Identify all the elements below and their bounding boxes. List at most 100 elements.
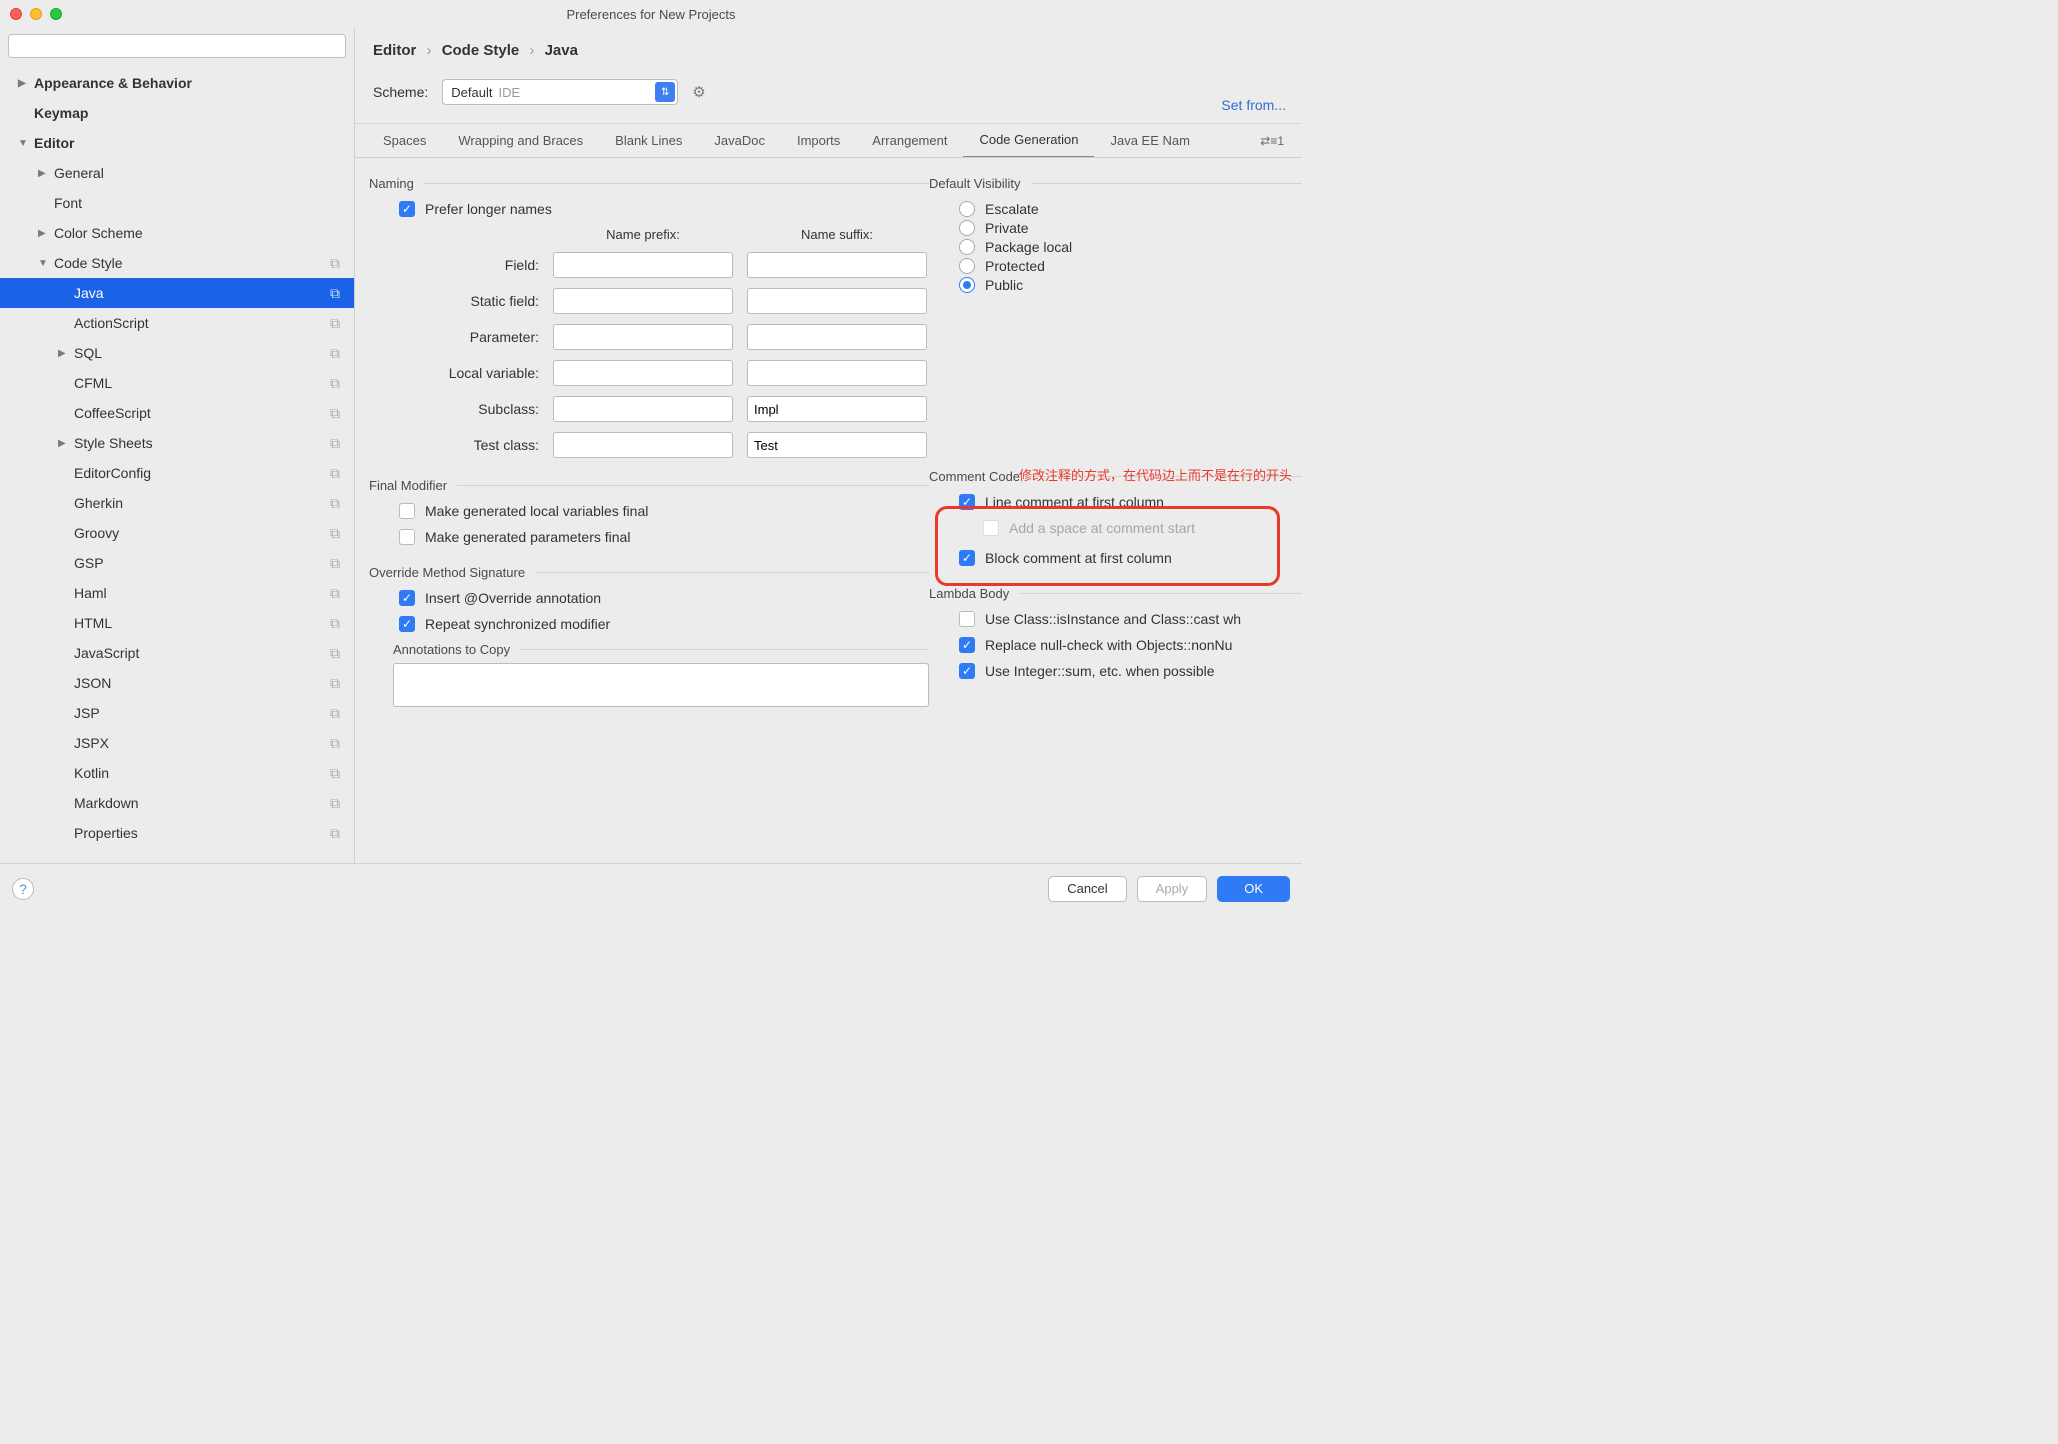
checkbox-icon[interactable] <box>399 201 415 217</box>
tree-item-code-style[interactable]: ▼Code Style⧉ <box>0 248 354 278</box>
search-input[interactable] <box>8 34 346 58</box>
tree-item-label: Groovy <box>74 525 119 541</box>
visibility-private[interactable]: Private <box>959 220 1302 236</box>
tree-item-groovy[interactable]: Groovy⧉ <box>0 518 354 548</box>
tree-item-coffeescript[interactable]: CoffeeScript⧉ <box>0 398 354 428</box>
name-suffix-input[interactable] <box>747 324 927 350</box>
tree-item-style-sheets[interactable]: ▶Style Sheets⧉ <box>0 428 354 458</box>
name-prefix-input[interactable] <box>553 288 733 314</box>
copy-icon: ⧉ <box>330 405 340 422</box>
name-prefix-input[interactable] <box>553 396 733 422</box>
visibility-escalate[interactable]: Escalate <box>959 201 1302 217</box>
tree-item-general[interactable]: ▶General <box>0 158 354 188</box>
tree-item-html[interactable]: HTML⧉ <box>0 608 354 638</box>
tree-item-keymap[interactable]: Keymap <box>0 98 354 128</box>
settings-tree[interactable]: ▶Appearance & BehaviorKeymap▼Editor▶Gene… <box>0 64 354 863</box>
cancel-button[interactable]: Cancel <box>1048 876 1126 902</box>
tree-item-sql[interactable]: ▶SQL⧉ <box>0 338 354 368</box>
name-suffix-input[interactable] <box>747 432 927 458</box>
lambda-nullcheck-row[interactable]: Replace null-check with Objects::nonNu <box>959 637 1302 653</box>
copy-icon: ⧉ <box>330 645 340 662</box>
tree-item-cfml[interactable]: CFML⧉ <box>0 368 354 398</box>
tree-item-label: Markdown <box>74 795 139 811</box>
divider <box>424 183 929 184</box>
tree-item-font[interactable]: Font <box>0 188 354 218</box>
visibility-public[interactable]: Public <box>959 277 1302 293</box>
checkbox-icon[interactable] <box>399 529 415 545</box>
arrow-icon: ▼ <box>38 258 48 269</box>
final-params-label: Make generated parameters final <box>425 529 630 545</box>
breadcrumb-part[interactable]: Code Style <box>442 42 520 59</box>
checkbox-icon[interactable] <box>959 611 975 627</box>
checkbox-icon[interactable] <box>399 503 415 519</box>
insert-override-row[interactable]: Insert @Override annotation <box>399 590 929 606</box>
name-prefix-input[interactable] <box>553 324 733 350</box>
tree-item-color-scheme[interactable]: ▶Color Scheme <box>0 218 354 248</box>
visibility-package-local[interactable]: Package local <box>959 239 1302 255</box>
tree-item-java[interactable]: Java⧉ <box>0 278 354 308</box>
breadcrumb-part[interactable]: Editor <box>373 42 416 59</box>
tree-item-jsp[interactable]: JSP⧉ <box>0 698 354 728</box>
checkbox-icon[interactable] <box>399 590 415 606</box>
final-local-vars-row[interactable]: Make generated local variables final <box>399 503 929 519</box>
tree-item-editor[interactable]: ▼Editor <box>0 128 354 158</box>
tab-spaces[interactable]: Spaces <box>367 124 442 158</box>
name-prefix-input[interactable] <box>553 252 733 278</box>
tab-code-generation[interactable]: Code Generation <box>963 124 1094 158</box>
final-local-vars-label: Make generated local variables final <box>425 503 648 519</box>
naming-row-label: Static field: <box>389 293 539 309</box>
tree-item-actionscript[interactable]: ActionScript⧉ <box>0 308 354 338</box>
tree-item-haml[interactable]: Haml⧉ <box>0 578 354 608</box>
name-suffix-input[interactable] <box>747 396 927 422</box>
tree-item-kotlin[interactable]: Kotlin⧉ <box>0 758 354 788</box>
tab-javadoc[interactable]: JavaDoc <box>698 124 781 158</box>
radio-icon[interactable] <box>959 201 975 217</box>
radio-icon[interactable] <box>959 239 975 255</box>
final-params-row[interactable]: Make generated parameters final <box>399 529 929 545</box>
tree-item-properties[interactable]: Properties⧉ <box>0 818 354 848</box>
name-suffix-input[interactable] <box>747 252 927 278</box>
tabs: SpacesWrapping and BracesBlank LinesJava… <box>355 124 1302 158</box>
copy-icon: ⧉ <box>330 675 340 692</box>
tab-wrapping-and-braces[interactable]: Wrapping and Braces <box>442 124 599 158</box>
tab-java-ee-nam[interactable]: Java EE Nam <box>1094 124 1205 158</box>
tree-item-json[interactable]: JSON⧉ <box>0 668 354 698</box>
tabs-overflow-icon[interactable]: ⇄≡1 <box>1260 134 1290 148</box>
help-icon[interactable]: ? <box>12 878 34 900</box>
tab-blank-lines[interactable]: Blank Lines <box>599 124 698 158</box>
gear-icon[interactable]: ⚙ <box>692 83 705 101</box>
tree-item-gherkin[interactable]: Gherkin⧉ <box>0 488 354 518</box>
name-prefix-input[interactable] <box>553 360 733 386</box>
tree-item-markdown[interactable]: Markdown⧉ <box>0 788 354 818</box>
radio-icon[interactable] <box>959 220 975 236</box>
visibility-protected[interactable]: Protected <box>959 258 1302 274</box>
copy-icon: ⧉ <box>330 705 340 722</box>
apply-button[interactable]: Apply <box>1137 876 1208 902</box>
tree-item-editorconfig[interactable]: EditorConfig⧉ <box>0 458 354 488</box>
repeat-sync-row[interactable]: Repeat synchronized modifier <box>399 616 929 632</box>
set-from-link[interactable]: Set from... <box>1221 97 1286 113</box>
lambda-isinstance-row[interactable]: Use Class::isInstance and Class::cast wh <box>959 611 1302 627</box>
checkbox-icon[interactable] <box>959 663 975 679</box>
radio-icon[interactable] <box>959 277 975 293</box>
tree-item-javascript[interactable]: JavaScript⧉ <box>0 638 354 668</box>
tree-item-gsp[interactable]: GSP⧉ <box>0 548 354 578</box>
lambda-integersum-row[interactable]: Use Integer::sum, etc. when possible <box>959 663 1302 679</box>
sidebar: ▶Appearance & BehaviorKeymap▼Editor▶Gene… <box>0 28 355 863</box>
annotations-list[interactable] <box>393 663 929 707</box>
checkbox-icon[interactable] <box>399 616 415 632</box>
tree-item-label: EditorConfig <box>74 465 151 481</box>
prefer-longer-names-row[interactable]: Prefer longer names <box>399 201 929 217</box>
name-prefix-input[interactable] <box>553 432 733 458</box>
tab-arrangement[interactable]: Arrangement <box>856 124 963 158</box>
scheme-select[interactable]: Default IDE ⇅ <box>442 79 678 105</box>
chevron-updown-icon: ⇅ <box>655 82 675 102</box>
name-suffix-input[interactable] <box>747 288 927 314</box>
name-suffix-input[interactable] <box>747 360 927 386</box>
radio-icon[interactable] <box>959 258 975 274</box>
ok-button[interactable]: OK <box>1217 876 1290 902</box>
tree-item-jspx[interactable]: JSPX⧉ <box>0 728 354 758</box>
tree-item-appearance-behavior[interactable]: ▶Appearance & Behavior <box>0 68 354 98</box>
checkbox-icon[interactable] <box>959 637 975 653</box>
tab-imports[interactable]: Imports <box>781 124 856 158</box>
